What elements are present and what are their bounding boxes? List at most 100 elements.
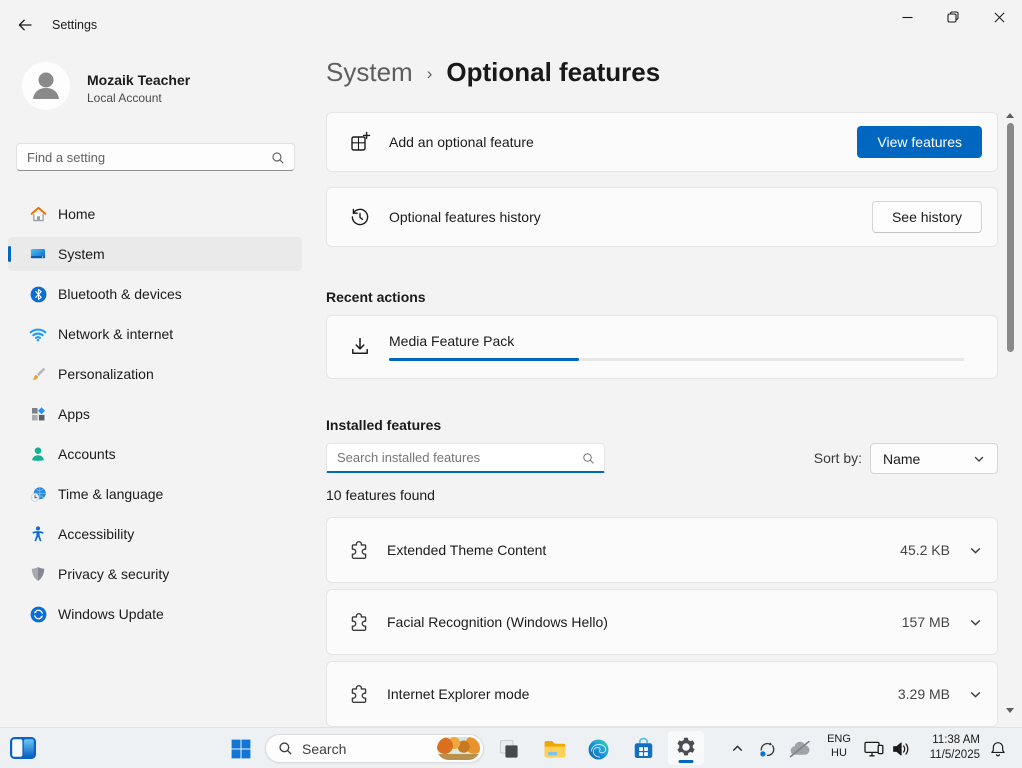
cloud-offline-icon — [788, 740, 812, 758]
search-icon — [271, 151, 285, 165]
close-icon — [994, 12, 1005, 23]
download-item: Media Feature Pack — [389, 333, 964, 361]
store-button[interactable] — [629, 735, 657, 763]
widgets-button[interactable] — [8, 734, 38, 762]
window-controls — [884, 0, 1022, 34]
sidebar-item-network-internet[interactable]: Network & internet — [8, 317, 302, 351]
feature-size: 157 MB — [902, 614, 950, 630]
chevron-down-icon[interactable] — [969, 616, 982, 629]
taskbar-search-label: Search — [302, 741, 346, 757]
sidebar: Mozaik Teacher Local Account Home System… — [0, 48, 310, 727]
sort-dropdown[interactable]: Name — [870, 443, 998, 474]
puzzle-icon — [348, 683, 370, 705]
settings-window: { "titlebar": { "app_title": "Settings" … — [0, 0, 1022, 768]
installed-features-heading: Installed features — [326, 417, 441, 433]
network-tray-button[interactable] — [862, 738, 886, 760]
task-view-icon — [497, 737, 521, 761]
avatar[interactable] — [22, 62, 70, 110]
scrollbar-up-arrow[interactable] — [1005, 110, 1015, 120]
clock[interactable]: 11:38 AM 11/5/2025 — [916, 733, 980, 763]
history-icon — [348, 205, 372, 229]
recent-actions-heading: Recent actions — [326, 289, 426, 305]
scrollbar-thumb[interactable] — [1007, 123, 1014, 352]
minimize-icon — [902, 12, 913, 23]
onedrive-tray-button[interactable] — [787, 739, 813, 759]
wifi-icon — [28, 324, 48, 344]
see-history-button[interactable]: See history — [872, 201, 982, 233]
accessibility-icon — [28, 524, 48, 544]
installed-search-input[interactable] — [327, 444, 604, 471]
restore-button[interactable] — [930, 0, 976, 34]
chevron-down-icon[interactable] — [969, 688, 982, 701]
volume-tray-button[interactable] — [890, 739, 912, 759]
taskbar-search[interactable]: Search — [265, 734, 484, 763]
restore-icon — [947, 11, 959, 23]
sort-by-label: Sort by: — [814, 450, 862, 466]
sidebar-item-home[interactable]: Home — [8, 197, 302, 231]
sidebar-item-apps[interactable]: Apps — [8, 397, 302, 431]
scrollbar-down-arrow[interactable] — [1005, 705, 1015, 715]
sidebar-item-personalization[interactable]: Personalization — [8, 357, 302, 391]
system-icon — [28, 244, 48, 264]
minimize-button[interactable] — [884, 0, 930, 34]
download-name: Media Feature Pack — [389, 333, 964, 349]
user-account-type: Local Account — [87, 91, 162, 105]
history-label: Optional features history — [389, 209, 541, 225]
features-history-card: Optional features history See history — [326, 187, 998, 247]
file-explorer-icon — [542, 737, 568, 761]
sidebar-item-privacy-security[interactable]: Privacy & security — [8, 557, 302, 591]
view-features-button[interactable]: View features — [857, 126, 982, 158]
find-a-setting-searchbox — [16, 143, 295, 171]
language-indicator[interactable]: ENG HU — [822, 732, 856, 760]
show-hidden-icons-button[interactable] — [728, 740, 746, 756]
active-app-indicator — [679, 760, 694, 763]
clock-date: 11/5/2025 — [916, 748, 980, 763]
edge-button[interactable] — [585, 736, 611, 762]
sync-icon — [757, 739, 778, 760]
user-name: Mozaik Teacher — [87, 72, 190, 88]
task-view-button[interactable] — [495, 735, 523, 763]
search-icon — [278, 741, 293, 756]
feature-size: 45.2 KB — [900, 542, 950, 558]
store-icon — [631, 737, 656, 762]
puzzle-icon — [348, 539, 370, 561]
sidebar-item-accessibility[interactable]: Accessibility — [8, 517, 302, 551]
bell-icon — [989, 740, 1007, 758]
accounts-icon — [28, 444, 48, 464]
sidebar-item-system[interactable]: System — [8, 237, 302, 271]
file-explorer-button[interactable] — [541, 735, 569, 763]
network-icon — [863, 739, 885, 759]
find-a-setting-input[interactable] — [17, 144, 294, 170]
feature-row-facial-recognition[interactable]: Facial Recognition (Windows Hello) 157 M… — [326, 589, 998, 655]
progress-bar — [389, 358, 964, 361]
apps-icon — [28, 404, 48, 424]
chevron-down-icon[interactable] — [969, 544, 982, 557]
feature-size: 3.29 MB — [898, 686, 950, 702]
search-highlight-image[interactable] — [437, 737, 480, 760]
breadcrumb: System › Optional features — [326, 57, 660, 88]
update-status-tray-button[interactable] — [755, 737, 779, 761]
close-button[interactable] — [976, 0, 1022, 34]
result-count: 10 features found — [326, 487, 435, 503]
gear-icon — [674, 735, 698, 759]
settings-app-button[interactable] — [667, 730, 705, 766]
speaker-icon — [891, 740, 911, 758]
feature-row-extended-theme[interactable]: Extended Theme Content 45.2 KB — [326, 517, 998, 583]
sidebar-item-time-language[interactable]: Time & language — [8, 477, 302, 511]
sidebar-item-bluetooth-devices[interactable]: Bluetooth & devices — [8, 277, 302, 311]
person-icon — [22, 62, 70, 110]
start-button[interactable] — [228, 736, 254, 762]
breadcrumb-system[interactable]: System — [326, 57, 413, 88]
feature-row-ie-mode[interactable]: Internet Explorer mode 3.29 MB — [326, 661, 998, 727]
download-icon — [348, 335, 372, 359]
back-button[interactable] — [10, 10, 40, 40]
notifications-button[interactable] — [986, 738, 1010, 760]
sidebar-item-windows-update[interactable]: Windows Update — [8, 597, 302, 631]
page-title: Optional features — [446, 57, 660, 88]
titlebar: Settings — [0, 0, 1022, 48]
windows-logo-icon — [229, 737, 253, 761]
sidebar-item-accounts[interactable]: Accounts — [8, 437, 302, 471]
add-feature-icon — [348, 130, 372, 154]
time-language-icon — [28, 484, 48, 504]
progress-fill — [389, 358, 579, 361]
